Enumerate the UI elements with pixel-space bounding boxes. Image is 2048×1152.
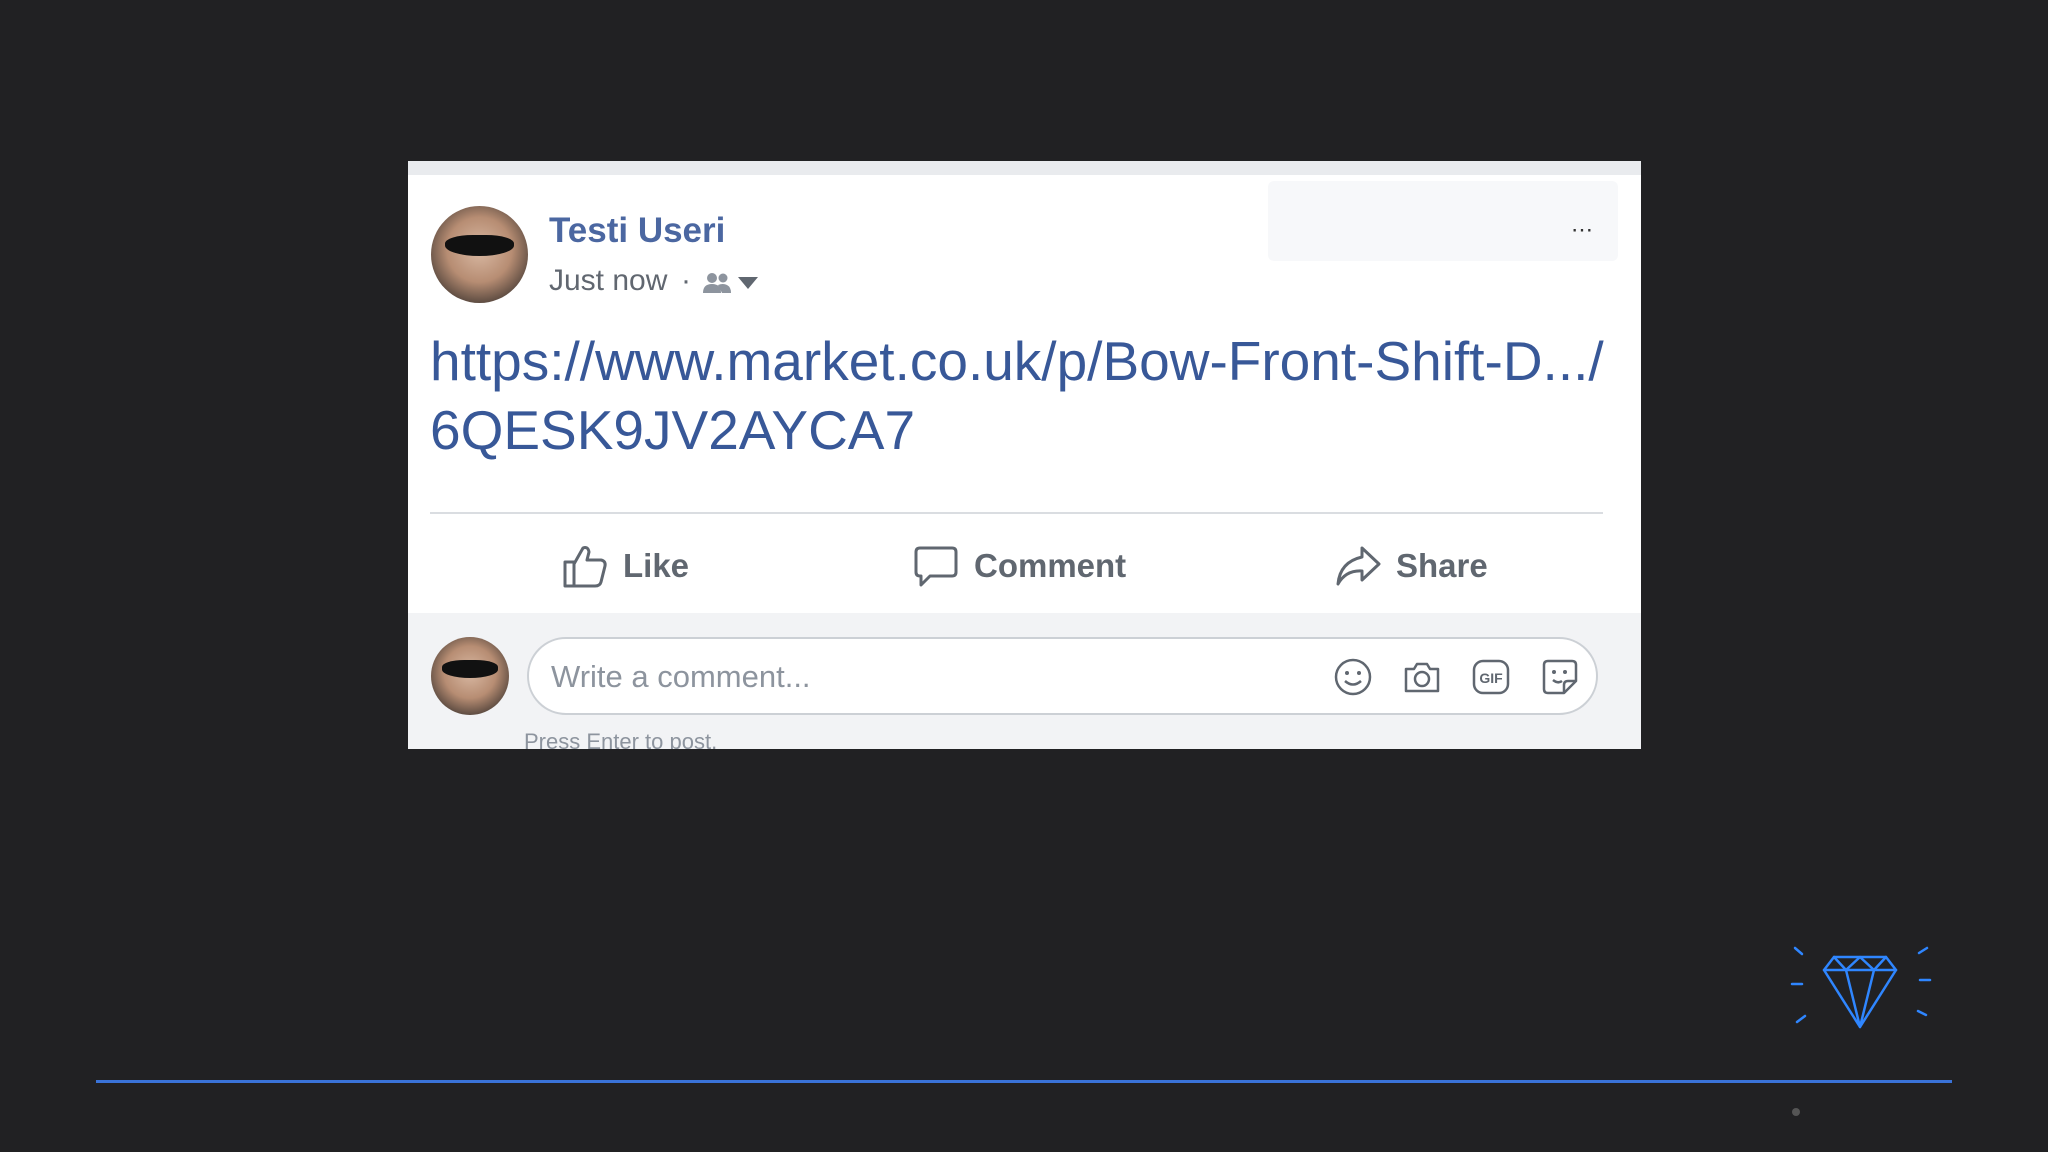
camera-icon[interactable]: [1402, 657, 1442, 697]
emoji-icon[interactable]: [1333, 657, 1373, 697]
current-user-avatar[interactable]: [431, 637, 509, 715]
svg-text:GIF: GIF: [1479, 670, 1503, 686]
share-button[interactable]: Share: [1334, 539, 1488, 593]
comment-button[interactable]: Comment: [912, 539, 1126, 593]
footer-dot: [1792, 1108, 1800, 1116]
sticker-icon[interactable]: [1540, 657, 1580, 697]
post-link[interactable]: https://www.market.co.uk/p/Bow-Front-Shi…: [430, 327, 1610, 465]
diamond-logo-icon: [1790, 946, 1932, 1029]
like-button[interactable]: Like: [561, 539, 689, 593]
author-avatar[interactable]: [431, 206, 528, 303]
divider: [430, 512, 1603, 514]
card-top-strip: [408, 161, 1641, 175]
share-label: Share: [1396, 547, 1488, 584]
more-options-icon[interactable]: ⋯: [1571, 217, 1595, 243]
comment-input[interactable]: Write a comment... GIF: [527, 637, 1598, 715]
facebook-post-card: Testi Useri Just now · ⋯ https://www.mar…: [408, 161, 1641, 749]
faded-overlay: [1268, 181, 1618, 261]
comment-placeholder: Write a comment...: [551, 659, 811, 694]
author-name[interactable]: Testi Useri: [549, 211, 725, 251]
post-timestamp[interactable]: Just now: [549, 264, 667, 298]
press-enter-hint: Press Enter to post.: [524, 729, 718, 749]
gif-icon[interactable]: GIF: [1471, 657, 1511, 697]
speech-bubble-icon: [914, 546, 958, 587]
meta-separator: ·: [681, 264, 691, 297]
share-arrow-icon: [1336, 546, 1381, 586]
comment-label: Comment: [974, 547, 1127, 584]
friends-icon[interactable]: [701, 271, 733, 295]
thumbs-up-icon: [563, 546, 607, 588]
footer-line: [96, 1080, 1952, 1083]
like-label: Like: [623, 547, 690, 584]
chevron-down-icon[interactable]: [738, 277, 758, 289]
